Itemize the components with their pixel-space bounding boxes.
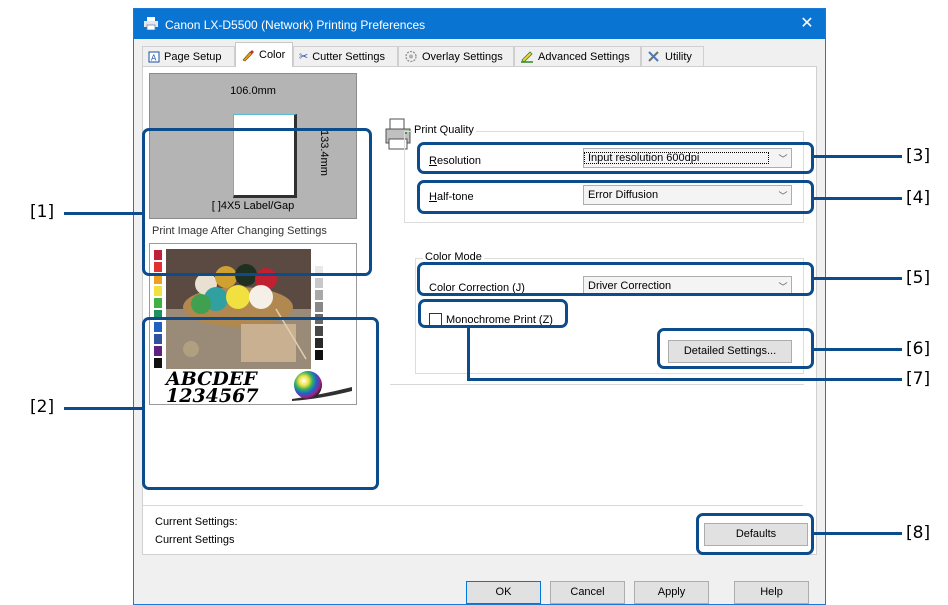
separator bbox=[390, 384, 804, 385]
callout-box-4 bbox=[417, 180, 814, 214]
tab-color[interactable]: Color bbox=[235, 42, 293, 67]
print-quality-group-label: Print Quality bbox=[412, 124, 476, 136]
advanced-icon bbox=[521, 51, 533, 63]
callout-line-2 bbox=[64, 407, 142, 410]
tab-label: Utility bbox=[665, 50, 692, 63]
utility-icon bbox=[648, 51, 659, 62]
page-setup-icon: A bbox=[148, 51, 160, 62]
cutter-icon: ✂ bbox=[299, 51, 309, 63]
callout-line-3 bbox=[814, 155, 902, 158]
callout-label-6: [6] bbox=[906, 339, 931, 359]
printer-icon bbox=[144, 17, 158, 30]
tab-label: Overlay Settings bbox=[422, 50, 503, 63]
callout-box-5 bbox=[417, 262, 814, 296]
close-button[interactable]: ✕ bbox=[794, 13, 820, 35]
tab-advanced-settings[interactable]: Advanced Settings bbox=[514, 46, 641, 66]
callout-box-3 bbox=[417, 142, 814, 174]
svg-text:A: A bbox=[151, 53, 157, 62]
ok-button[interactable]: OK bbox=[466, 581, 541, 604]
separator bbox=[143, 505, 803, 506]
callout-line-4 bbox=[814, 197, 902, 200]
callout-box-7 bbox=[418, 299, 568, 328]
paper-width-label: 106.0mm bbox=[230, 85, 276, 97]
color-icon bbox=[242, 49, 254, 61]
tab-overlay-settings[interactable]: Overlay Settings bbox=[398, 46, 514, 66]
help-button[interactable]: Help bbox=[734, 581, 809, 604]
callout-label-5: [5] bbox=[906, 268, 931, 288]
callout-label-4: [4] bbox=[906, 188, 931, 208]
callout-label-2: [2] bbox=[30, 397, 55, 417]
callout-line-7-horizontal bbox=[467, 378, 902, 381]
overlay-icon bbox=[405, 50, 417, 63]
tab-cutter-settings[interactable]: ✂ Cutter Settings bbox=[293, 46, 398, 66]
callout-box-2 bbox=[142, 317, 379, 490]
panel-top-edge bbox=[243, 69, 808, 70]
callout-label-8: [8] bbox=[906, 523, 931, 543]
callout-line-8 bbox=[814, 532, 902, 535]
current-settings-value: Current Settings bbox=[155, 534, 235, 546]
current-settings-heading: Current Settings: bbox=[155, 516, 238, 528]
window-title: Canon LX-D5500 (Network) Printing Prefer… bbox=[165, 18, 426, 32]
callout-line-7-vertical bbox=[467, 328, 470, 380]
apply-button[interactable]: Apply bbox=[634, 581, 709, 604]
callout-label-1: [1] bbox=[30, 202, 55, 222]
callout-label-7: [7] bbox=[906, 369, 931, 389]
tab-label: Cutter Settings bbox=[312, 50, 385, 63]
callout-box-6 bbox=[657, 328, 814, 369]
tab-label: Page Setup bbox=[164, 50, 222, 63]
callout-line-6 bbox=[814, 348, 902, 351]
callout-line-1 bbox=[64, 212, 142, 215]
tab-label: Color bbox=[259, 49, 286, 61]
title-bar[interactable]: Canon LX-D5500 (Network) Printing Prefer… bbox=[134, 9, 825, 39]
tab-label: Advanced Settings bbox=[538, 50, 630, 63]
tab-utility[interactable]: Utility bbox=[641, 46, 704, 66]
tab-page-setup[interactable]: A Page Setup bbox=[142, 46, 235, 66]
callout-box-8 bbox=[696, 513, 814, 555]
callout-label-3: [3] bbox=[906, 146, 931, 166]
callout-box-1 bbox=[142, 128, 372, 276]
cancel-button[interactable]: Cancel bbox=[550, 581, 625, 604]
callout-line-5 bbox=[814, 277, 902, 280]
